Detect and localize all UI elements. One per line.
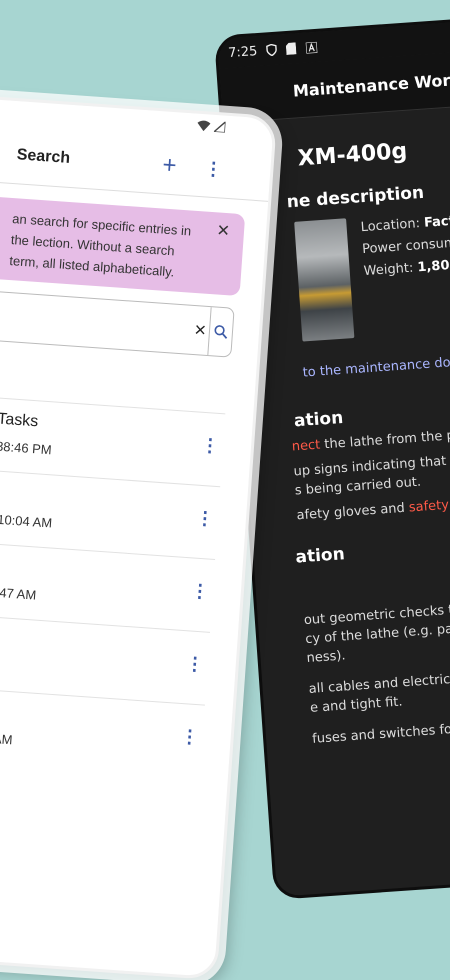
search-bar: × [0,286,235,358]
preparation-heading: ation [293,407,344,432]
list-item-date: 4 2:38:46 PM [0,437,53,458]
shield-icon [265,43,278,57]
item-more-icon[interactable]: ⋮ [180,726,199,748]
inspection-step-1-line-3: ness). [306,648,347,667]
list-item[interactable]: ve Tasks 4 2:38:46 PM ⋮ [0,391,226,487]
machine-info: Location: Factory H Power consumption We… [360,208,450,337]
item-more-icon[interactable]: ⋮ [195,508,214,530]
preparation-step-1-text: the lathe from the power sup [323,424,450,453]
inspection-heading: ation [294,544,346,568]
detail-header-title: Maintenance Work [292,69,450,101]
location-value: Factory H [423,211,450,231]
search-icon [214,325,228,339]
inspection-step-3: fuses and switches fo [311,722,450,747]
weight-value: 1,800 kg [416,256,450,276]
item-more-icon[interactable]: ⋮ [190,580,209,602]
list-item-date: :10:56 AM [0,728,14,748]
font-icon [305,41,318,54]
inspection-step-1: out geometric checks to verify thecy of … [303,593,450,668]
search-input[interactable] [0,287,193,355]
item-more-icon[interactable]: ⋮ [200,435,219,457]
sd-card-icon [285,42,298,55]
inspection-step-2: all cables and electrical connections fo… [308,662,450,718]
list-item-title: ve Tasks [0,409,39,431]
machine-image[interactable] [294,218,355,342]
page-title: Search [16,146,71,167]
status-time: 7:25 [227,43,258,61]
wifi-icon [197,120,211,135]
preparation-step-3-text: afety gloves and [296,500,410,524]
add-button[interactable]: + [161,151,178,180]
inspection-step-2-line-2: e and tight fit. [309,694,404,716]
more-options-icon[interactable]: ⋮ [204,158,223,180]
disconnect-highlight: nect [291,437,321,455]
clear-search-icon[interactable]: × [190,318,210,342]
machine-title: XM-400g [296,138,409,172]
list-item-date: 4 11:10:04 AM [0,510,53,531]
description-heading: ne description [286,182,425,213]
search-phone: Search + ⋮ an search for specific entrie… [0,92,278,980]
results-list: ve Tasks 4 2:38:46 PM ⋮ st 4 11:10:04 AM… [0,391,253,779]
maintenance-docs-link[interactable]: to the maintenance documents f [302,349,450,381]
signal-icon [212,120,227,136]
list-item-date: 11:15:47 AM [0,582,37,603]
info-banner-text: an search for specific entries in the le… [8,211,192,280]
item-more-icon[interactable]: ⋮ [185,653,204,675]
weight-label: Weight: [363,260,414,280]
search-button[interactable] [207,307,234,357]
location-label: Location: [360,216,421,236]
close-icon[interactable]: ✕ [216,220,231,242]
info-banner: an search for specific entries in the le… [0,193,246,297]
safety-glasses-highlight: safety glasses [408,494,450,516]
inspection-step-2-line-1: all cables and electrical connections fo [308,664,450,697]
preparation-step-2-line-2: s being carried out. [294,474,422,499]
